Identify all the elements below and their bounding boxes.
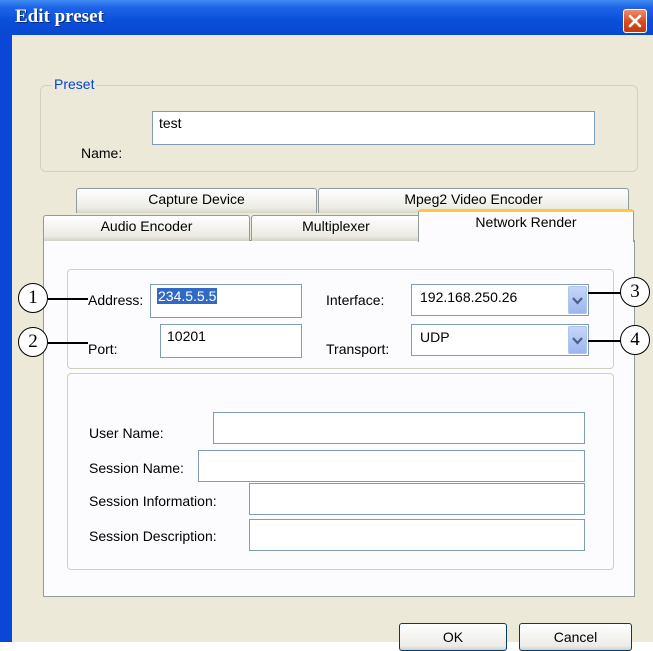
- title-bar[interactable]: Edit preset: [0, 0, 653, 35]
- transport-select[interactable]: UDP: [411, 324, 589, 356]
- interface-value: 192.168.250.26: [420, 289, 518, 305]
- close-button[interactable]: [623, 9, 647, 33]
- transport-dropdown-button[interactable]: [568, 326, 587, 354]
- interface-select[interactable]: 192.168.250.26: [411, 284, 589, 316]
- session-description-input[interactable]: [249, 519, 585, 551]
- address-input[interactable]: 234.5.5.5: [150, 284, 302, 318]
- callout-2-leader: [48, 342, 88, 344]
- name-label: Name:: [81, 145, 123, 161]
- session-information-input[interactable]: [249, 483, 585, 515]
- tab-capture-device[interactable]: Capture Device: [76, 188, 317, 213]
- callout-1: 1: [18, 283, 48, 313]
- session-name-label: Session Name:: [89, 460, 184, 476]
- tab-audio-encoder[interactable]: Audio Encoder: [43, 215, 250, 241]
- user-name-input[interactable]: [213, 412, 585, 444]
- callout-2: 2: [18, 327, 48, 357]
- interface-label: Interface:: [326, 292, 385, 308]
- callout-3: 3: [620, 277, 650, 307]
- cancel-button[interactable]: Cancel: [519, 623, 632, 651]
- ok-button[interactable]: OK: [399, 623, 507, 651]
- chevron-down-icon: [572, 337, 583, 345]
- chevron-down-icon: [572, 297, 583, 305]
- port-input[interactable]: 10201: [160, 324, 302, 358]
- address-label: Address:: [88, 292, 144, 308]
- interface-dropdown-button[interactable]: [568, 286, 587, 314]
- name-input[interactable]: test: [152, 111, 595, 145]
- session-name-input[interactable]: [198, 450, 585, 482]
- tab-network-render[interactable]: Network Render: [418, 209, 634, 242]
- dialog-client-area: Preset Name: test Capture Device Mpeg2 V…: [12, 35, 653, 651]
- transport-label: Transport:: [326, 341, 390, 357]
- transport-value: UDP: [420, 329, 450, 345]
- callout-4-leader: [588, 340, 622, 342]
- tab-multiplexer[interactable]: Multiplexer: [251, 215, 421, 241]
- preset-group-legend: Preset: [52, 76, 97, 92]
- window-title: Edit preset: [15, 6, 104, 27]
- callout-4: 4: [620, 325, 650, 355]
- address-value: 234.5.5.5: [157, 288, 218, 304]
- callout-3-leader: [588, 292, 622, 294]
- close-icon: [628, 14, 642, 28]
- port-label: Port:: [88, 341, 118, 357]
- session-information-label: Session Information:: [89, 493, 217, 509]
- session-description-label: Session Description:: [89, 528, 217, 544]
- user-name-label: User Name:: [89, 425, 164, 441]
- callout-1-leader: [48, 298, 88, 300]
